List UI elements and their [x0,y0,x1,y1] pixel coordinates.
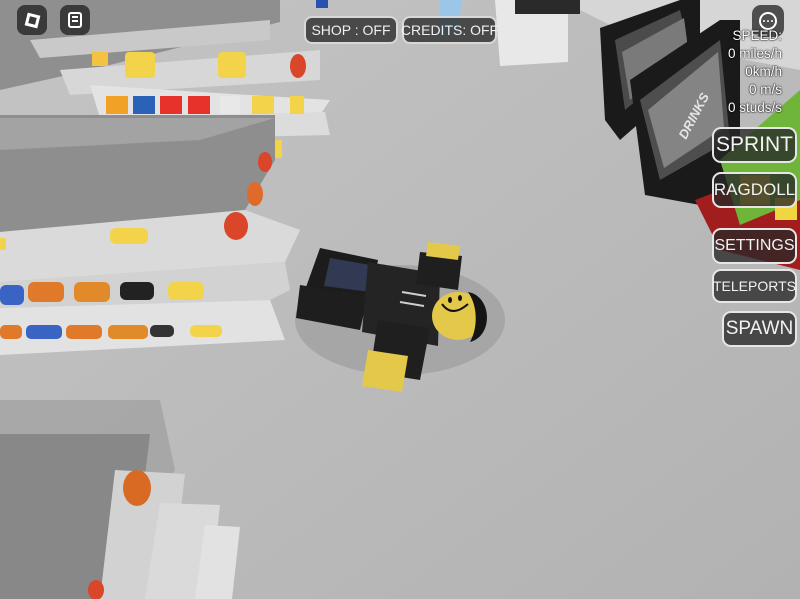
shelf-unit-middle [0,115,300,355]
roblox-logo-icon [24,12,40,28]
character-face-eye [458,295,462,301]
sprint-button[interactable]: SPRINT [712,127,797,163]
roblox-menu-button[interactable] [17,5,47,35]
teleports-button[interactable]: TELEPORTS [712,269,797,303]
character-face-eye [448,297,452,303]
speed-ms: 0 m/s [748,82,782,97]
speed-studs: 0 studs/s [727,100,782,115]
credits-toggle-button[interactable]: CREDITS: OFF [401,16,498,44]
chat-button[interactable] [60,5,90,35]
ragdoll-button[interactable]: RAGDOLL [712,172,797,208]
speed-title: SPEED: [732,28,782,43]
settings-button[interactable]: SETTINGS [712,228,797,264]
shop-toggle-button[interactable]: SHOP : OFF [304,16,398,44]
spawn-button[interactable]: SPAWN [722,311,797,347]
speed-kmh: 0km/h [745,64,782,79]
character-hand [362,350,408,392]
speed-miles: 0 miles/h [727,46,782,61]
chat-icon [68,12,82,28]
game-viewport[interactable]: DRINKS [0,0,800,599]
speed-panel: SPEED: 0 miles/h 0km/h 0 m/s 0 studs/s [728,27,782,117]
